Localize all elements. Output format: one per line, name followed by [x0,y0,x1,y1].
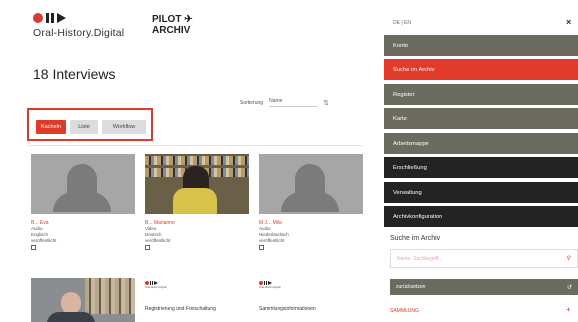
interviewee-shirt [173,188,217,214]
page-title: 18 Interviews [33,66,116,82]
close-icon[interactable]: × [566,17,571,27]
interview-meta: B... Eva Audio Englisch veröffentlicht [31,220,56,252]
interview-thumbnail[interactable] [259,154,363,214]
airplane-icon: ✈ [184,14,193,25]
view-tiles-button[interactable]: Kacheln [36,120,66,134]
logo-icons [33,12,124,24]
news-title[interactable]: Sammlungsinformationen [259,306,316,312]
view-list-button[interactable]: Liste [70,120,98,134]
site-logo[interactable]: Oral-History.Digital [33,12,124,39]
interview-thumbnail[interactable] [145,154,249,214]
reset-button[interactable]: zurücksetzen ↺ [390,279,578,295]
record-icon [33,13,43,23]
interview-status: veröffentlicht [145,238,171,243]
placeholder-person-icon [53,164,111,212]
view-workflow-button[interactable]: Workflow [102,120,146,134]
sidebar-item-konto[interactable]: Konto [384,35,578,56]
divider [27,145,363,146]
pilot-line2: ARCHIV [152,25,191,36]
background-shelf [85,278,135,314]
language-switcher[interactable]: DE | EN [393,20,411,26]
pilot-line1: PILOT [152,14,182,25]
select-checkbox[interactable] [259,245,264,250]
pilot-archiv-label[interactable]: PILOT ✈ ARCHIV [152,14,193,36]
facet-sammlung[interactable]: SAMMLUNG [390,308,419,314]
interviewee-head [61,292,81,314]
sidebar-item-archivkonfiguration[interactable]: Archivkonfiguration [384,206,578,227]
interview-thumbnail[interactable] [31,278,135,322]
sort-control: Sortierung Name ⇅ [240,98,329,107]
sidebar-item-karte[interactable]: Karte [384,108,578,129]
expand-plus-icon[interactable]: + [566,305,571,314]
sidebar-item-suche-im-archiv[interactable]: Suche im Archiv [384,59,578,80]
news-logo: Oral-History.Digital [259,281,281,289]
placeholder-person-icon [281,164,339,212]
page: Oral-History.Digital PILOT ✈ ARCHIV 18 I… [0,0,578,322]
news-logo: Oral-History.Digital [145,281,167,289]
interview-status: veröffentlicht [31,238,57,243]
search-heading: Suche im Archiv [390,235,441,242]
sidebar-item-arbeitsmappe[interactable]: Arbeitsmappe [384,133,578,154]
sort-label: Sortierung [240,99,264,106]
news-title[interactable]: Registrierung und Freischaltung [145,306,216,312]
search-placeholder: Name, Suchbegriff... [397,255,443,262]
reset-icon: ↺ [566,284,572,291]
sort-direction-icon[interactable]: ⇅ [323,99,329,107]
pause-icon [46,13,54,23]
news-logo-text: Oral-History.Digital [259,286,281,289]
sort-select[interactable]: Name [269,98,318,107]
search-icon[interactable]: ⚲ [567,255,571,262]
select-checkbox[interactable] [31,245,36,250]
news-logo-text: Oral-History.Digital [145,286,167,289]
reset-label: zurücksetzen [396,284,426,290]
interviewee-body [47,312,95,322]
view-switcher: Kacheln Liste Workflow [27,108,153,141]
bookshelf-row [145,156,249,165]
interview-thumbnail[interactable] [31,154,135,214]
sidebar-item-verwaltung[interactable]: Verwaltung [384,182,578,203]
select-checkbox[interactable] [145,245,150,250]
interview-status: veröffentlicht [259,238,285,243]
interview-meta: B... Marianne Video Deutsch veröffentlic… [145,220,175,252]
search-input[interactable]: Name, Suchbegriff... ⚲ [390,249,578,268]
sidebar-item-erschliessung[interactable]: Erschließung [384,157,578,178]
interview-meta: M J... Mila Audio Niederländisch veröffe… [259,220,289,252]
logo-text: Oral-History.Digital [33,27,125,39]
play-icon [57,13,66,23]
sidebar-item-register[interactable]: Register [384,84,578,105]
